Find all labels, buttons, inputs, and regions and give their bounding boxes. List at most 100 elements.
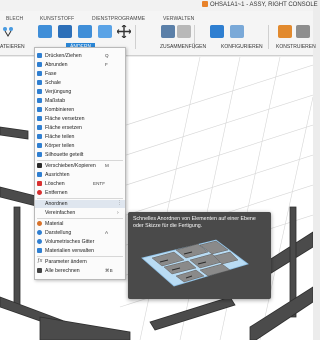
menu-item-label: Maßstab bbox=[45, 98, 66, 104]
menu-item-kombinieren[interactable]: Kombinieren bbox=[35, 106, 125, 114]
configure-tool-icon[interactable] bbox=[210, 25, 224, 38]
press-pull-icon bbox=[37, 53, 42, 58]
menu-item-shortcut: F bbox=[105, 62, 108, 67]
delete-icon bbox=[37, 181, 42, 186]
menu-item-label: Körper teilen bbox=[45, 143, 75, 149]
menu-separator bbox=[37, 218, 123, 219]
group-label-konstruieren[interactable]: KONSTRUIEREN bbox=[276, 44, 316, 50]
document-title: OHSA1A1~1 - ASSY, RIGHT CONSOLE bbox=[202, 1, 318, 8]
submenu-arrow-icon: › bbox=[117, 210, 119, 216]
menu-item-abrunden[interactable]: Abrunden F bbox=[35, 61, 125, 69]
menu-item-verschieben-kopieren[interactable]: Verschieben/Kopieren M bbox=[35, 162, 125, 170]
material-icon bbox=[37, 221, 42, 226]
ribbon-separator bbox=[268, 25, 269, 49]
menu-item-label: Darstellung bbox=[45, 230, 72, 236]
menu-item-anordnen[interactable]: Anordnen ⋮ bbox=[35, 200, 125, 208]
tooltip-text: Schnelles Anordnen von Elementen auf ein… bbox=[133, 216, 256, 229]
joint-tool-icon[interactable] bbox=[161, 25, 175, 38]
menu-item-label: Volumetrisches Gitter bbox=[45, 239, 95, 245]
menu-item-loeschen[interactable]: Löschen ENTF bbox=[35, 180, 125, 188]
move-icon bbox=[37, 163, 42, 168]
tab-dienstprogramme[interactable]: DIENSTPROGRAMME bbox=[92, 16, 145, 22]
ribbon-separator bbox=[135, 25, 136, 49]
parameters-icon: ƒx bbox=[37, 258, 43, 264]
menu-item-flaeche-ersetzen[interactable]: Fläche ersetzen bbox=[35, 124, 125, 132]
menu-item-druecken-ziehen[interactable]: Drücken/Ziehen Q bbox=[35, 52, 125, 60]
construct-axis-icon[interactable] bbox=[296, 25, 310, 38]
menu-item-label: Material bbox=[45, 221, 64, 227]
menu-item-vereinfachen[interactable]: Vereinfachen › bbox=[35, 209, 125, 217]
menu-item-darstellung[interactable]: Darstellung A bbox=[35, 229, 125, 237]
menu-item-label: Anordnen bbox=[45, 201, 68, 207]
menu-item-label: Drücken/Ziehen bbox=[45, 53, 82, 59]
replace-face-icon bbox=[37, 125, 42, 130]
menu-item-label: Fase bbox=[45, 71, 57, 77]
align-icon bbox=[37, 172, 42, 177]
chamfer-icon bbox=[37, 71, 42, 76]
menu-item-material[interactable]: Material bbox=[35, 220, 125, 228]
fillet-icon bbox=[37, 62, 42, 67]
group-label-konfigurieren[interactable]: KONFIGURIEREN bbox=[221, 44, 263, 50]
appearance-icon bbox=[37, 230, 42, 235]
tab-verwalten[interactable]: VERWALTEN bbox=[163, 16, 194, 22]
combine-tool-icon[interactable] bbox=[78, 25, 92, 38]
menu-item-schale[interactable]: Schale bbox=[35, 79, 125, 87]
menu-item-label: Alle berechnen bbox=[45, 268, 80, 274]
menu-item-flaeche-versetzen[interactable]: Fläche versetzen bbox=[35, 115, 125, 123]
silhouette-split-icon bbox=[37, 152, 42, 157]
volumetric-lattice-icon bbox=[37, 239, 42, 244]
menu-item-alle-berechnen[interactable]: Alle berechnen ⌘B bbox=[35, 267, 125, 275]
scale-icon bbox=[37, 98, 42, 103]
menu-item-fase[interactable]: Fase bbox=[35, 70, 125, 78]
anordnen-tooltip: Schnelles Anordnen von Elementen auf ein… bbox=[128, 212, 271, 299]
remove-icon bbox=[37, 190, 42, 195]
aendern-dropdown-menu: Drücken/Ziehen Q Abrunden F Fase Schale … bbox=[34, 47, 126, 280]
compute-all-icon bbox=[37, 268, 42, 273]
offset-plane-icon[interactable] bbox=[278, 25, 292, 38]
menu-item-silhouette-geteilt[interactable]: Silhouette geteilt bbox=[35, 151, 125, 159]
sketch-icon[interactable] bbox=[2, 25, 14, 38]
menu-item-label: Fläche ersetzen bbox=[45, 125, 82, 131]
menu-item-entfernen[interactable]: Entfernen bbox=[35, 189, 125, 197]
menu-item-massstab[interactable]: Maßstab bbox=[35, 97, 125, 105]
menu-item-label: Kombinieren bbox=[45, 107, 75, 113]
fillet-tool-icon[interactable] bbox=[58, 25, 72, 38]
menu-item-koerper-teilen[interactable]: Körper teilen bbox=[35, 142, 125, 150]
menu-item-volumetrisches-gitter[interactable]: Volumetrisches Gitter bbox=[35, 238, 125, 246]
tab-blech[interactable]: BLECH bbox=[6, 16, 23, 22]
menu-separator bbox=[37, 256, 123, 257]
group-label-partial[interactable]: ATEIEREN bbox=[0, 44, 25, 50]
shell-icon bbox=[37, 80, 42, 85]
manage-materials-icon bbox=[37, 248, 42, 253]
more-options-icon: ⋮ bbox=[117, 200, 122, 206]
title-bar: OHSA1A1~1 - ASSY, RIGHT CONSOLE bbox=[0, 0, 318, 11]
document-title-text: OHSA1A1~1 - ASSY, RIGHT CONSOLE bbox=[210, 2, 318, 8]
split-body-icon bbox=[37, 143, 42, 148]
menu-item-verjuengung[interactable]: Verjüngung bbox=[35, 88, 125, 96]
menu-item-label: Verjüngung bbox=[45, 89, 72, 95]
menu-item-label: Silhouette geteilt bbox=[45, 152, 84, 158]
menu-item-label: Fläche teilen bbox=[45, 134, 75, 140]
menu-item-shortcut: Q bbox=[105, 53, 109, 58]
configure-table-icon[interactable] bbox=[230, 25, 244, 38]
document-icon bbox=[202, 1, 208, 7]
draft-icon bbox=[37, 89, 42, 94]
combine-icon bbox=[37, 107, 42, 112]
menu-item-shortcut: M bbox=[105, 163, 109, 168]
menu-item-label: Entfernen bbox=[45, 190, 68, 196]
offset-face-icon bbox=[37, 116, 42, 121]
menu-item-label: Abrunden bbox=[45, 62, 68, 68]
tab-kunststoff[interactable]: KUNSTSTOFF bbox=[40, 16, 74, 22]
menu-item-parameter-aendern[interactable]: ƒx Parameter ändern bbox=[35, 258, 125, 266]
press-pull-tool-icon[interactable] bbox=[38, 25, 52, 38]
menu-item-ausrichten[interactable]: Ausrichten bbox=[35, 171, 125, 179]
menu-item-materialien-verwalten[interactable]: Materialien verwalten bbox=[35, 247, 125, 255]
menu-item-label: Ausrichten bbox=[45, 172, 70, 178]
menu-item-label: Schale bbox=[45, 80, 61, 86]
group-label-zusammenfuegen[interactable]: ZUSAMMENFÜGEN bbox=[160, 44, 206, 50]
menu-item-label: Vereinfachen bbox=[45, 210, 76, 216]
move-tool-icon[interactable] bbox=[117, 25, 131, 38]
replace-face-tool-icon[interactable] bbox=[98, 25, 112, 38]
as-built-joint-icon[interactable] bbox=[177, 25, 191, 38]
menu-item-flaeche-teilen[interactable]: Fläche teilen bbox=[35, 133, 125, 141]
